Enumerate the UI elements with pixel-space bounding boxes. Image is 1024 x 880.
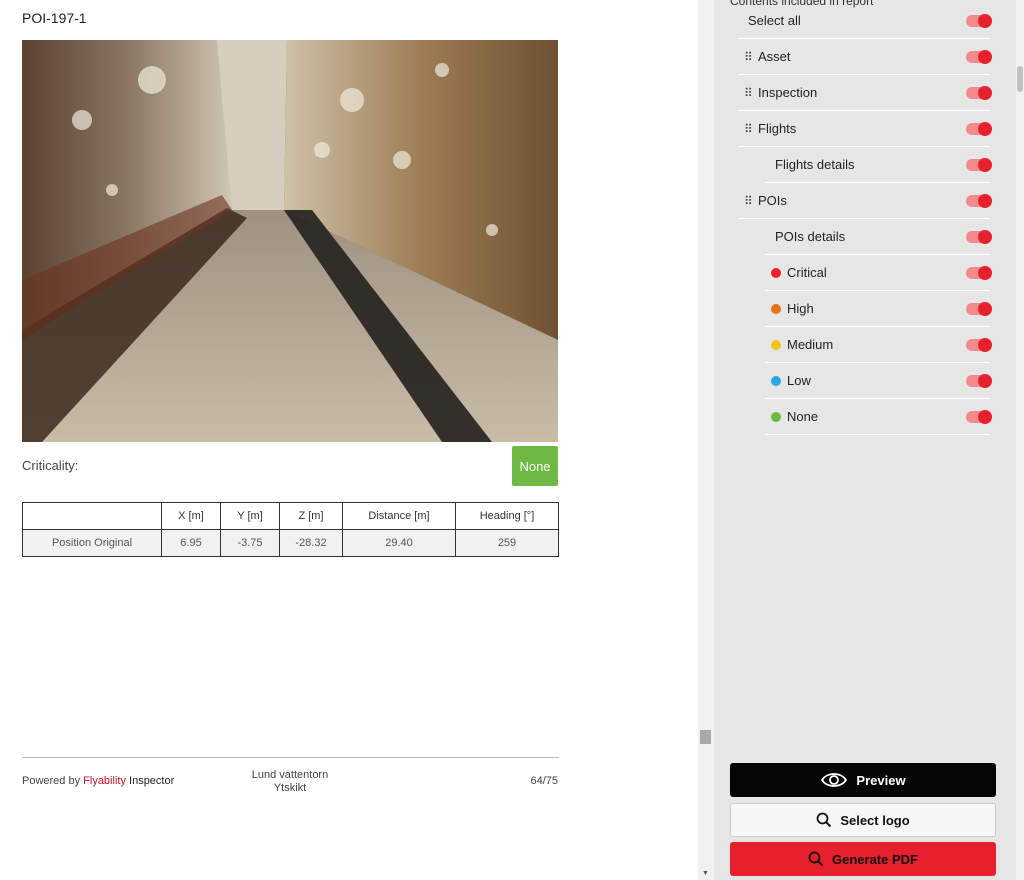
toggle-row-label: Flights details (775, 157, 855, 172)
criticality-dot-icon (771, 339, 781, 350)
select-logo-button[interactable]: Select logo (730, 803, 996, 837)
table-cell: Position Original (22, 529, 162, 557)
brand-suffix: Inspector (129, 775, 175, 787)
content-toggle-row[interactable]: POIs details (765, 219, 992, 255)
toggle-switch[interactable] (966, 86, 992, 100)
toggle-row-label: POIs (758, 193, 787, 208)
toggle-switch[interactable] (966, 50, 992, 64)
toggle-switch[interactable] (966, 230, 992, 244)
table-cell: 259 (455, 529, 559, 557)
location-line-2: Ytskikt (273, 782, 307, 794)
content-toggle-row[interactable]: Medium (765, 327, 992, 363)
table-header: Y [m] (220, 502, 280, 530)
toggle-row-label: None (787, 409, 819, 424)
toggle-row-label: Select all (748, 13, 801, 28)
toggle-switch[interactable] (966, 302, 992, 316)
footer-powered-by: Powered by Flyability Inspector (22, 775, 174, 787)
content-toggle-row[interactable]: ⠿ POIs (738, 183, 992, 219)
toggle-switch[interactable] (966, 158, 992, 172)
criticality-dot-icon (771, 267, 781, 278)
toggle-switch[interactable] (966, 122, 992, 136)
toggle-switch[interactable] (966, 410, 992, 424)
select-logo-label: Select logo (840, 812, 910, 828)
generate-pdf-label: Generate PDF (832, 851, 918, 867)
content-toggle-row[interactable]: ⠿ Asset (738, 39, 992, 75)
table-header: Heading [°] (455, 502, 559, 530)
preview-label: Preview (856, 772, 906, 788)
report-settings-panel: Contents included in report Select all ⠿ A… (714, 0, 1016, 880)
content-toggle-row[interactable]: Flights details (765, 147, 992, 183)
table-header-row: X [m] Y [m] Z [m] Distance [m] Heading [… (22, 502, 559, 530)
content-toggle-row[interactable]: None (765, 399, 992, 435)
table-header: Distance [m] (342, 502, 456, 530)
search-icon (816, 812, 832, 828)
generate-pdf-button[interactable]: Generate PDF (730, 842, 996, 876)
criticality-badge: None (512, 446, 558, 486)
toggle-row-label: POIs details (775, 229, 846, 244)
toggle-switch[interactable] (966, 338, 992, 352)
drag-handle-icon[interactable]: ⠿ (744, 86, 758, 100)
preview-button[interactable]: Preview (730, 763, 996, 797)
search-icon (808, 851, 824, 867)
eye-icon (821, 773, 848, 787)
criticality-dot-icon (771, 411, 781, 422)
content-toggle-row[interactable]: ⠿ Flights (738, 111, 992, 147)
content-toggle-row[interactable]: Low (765, 363, 992, 399)
footer-divider (22, 757, 559, 758)
toggle-switch[interactable] (966, 194, 992, 208)
drag-handle-icon[interactable]: ⠿ (744, 50, 758, 64)
toggle-row-label: Asset (758, 49, 791, 64)
preview-scrollbar[interactable]: ▼ (698, 0, 714, 880)
criticality-dot-icon (771, 303, 781, 314)
drag-handle-icon[interactable]: ⠿ (744, 122, 758, 136)
location-line-1: Lund vattentorn (251, 769, 329, 781)
content-toggle-row[interactable]: Select all (738, 3, 992, 39)
position-table: X [m] Y [m] Z [m] Distance [m] Heading [… (22, 502, 559, 557)
toggle-row-label: Flights (758, 121, 797, 136)
toggle-switch[interactable] (966, 374, 992, 388)
criticality-label: Criticality: (22, 458, 79, 473)
scrollbar-thumb[interactable] (700, 730, 711, 744)
table-row: Position Original 6.95 -3.75 -28.32 29.4… (22, 529, 559, 557)
table-header: X [m] (161, 502, 221, 530)
footer-location: Lund vattentorn Ytskikt (230, 769, 350, 795)
content-toggle-row[interactable]: ⠿ Inspection (738, 75, 992, 111)
content-toggle-row[interactable]: High (765, 291, 992, 327)
table-header (22, 502, 162, 530)
toggle-switch[interactable] (966, 14, 992, 28)
page-number: 64/75 (530, 775, 558, 787)
toggle-row-label: Inspection (758, 85, 818, 100)
toggle-row-label: Critical (787, 265, 827, 280)
toggle-switch[interactable] (966, 266, 992, 280)
scrollbar-thumb[interactable] (1017, 66, 1023, 92)
toggle-row-label: High (787, 301, 814, 316)
scroll-down-icon[interactable]: ▼ (702, 870, 709, 877)
drag-handle-icon[interactable]: ⠿ (744, 194, 758, 208)
poi-title: POI-197-1 (22, 10, 87, 26)
criticality-dot-icon (771, 375, 781, 386)
content-toggle-row[interactable]: Critical (765, 255, 992, 291)
toggle-row-label: Medium (787, 337, 834, 352)
table-cell: 6.95 (161, 529, 221, 557)
poi-photo (22, 40, 558, 442)
table-cell: -28.32 (279, 529, 343, 557)
table-cell: 29.40 (342, 529, 456, 557)
table-header: Z [m] (279, 502, 343, 530)
brand-name: Flyability (83, 775, 126, 787)
table-cell: -3.75 (220, 529, 280, 557)
powered-by-text: Powered by (22, 775, 81, 787)
panel-scrollbar[interactable] (1016, 0, 1024, 880)
report-page: POI-197-1 Criticality: None X [m] Y [m] … (0, 0, 698, 880)
toggle-row-label: Low (787, 373, 811, 388)
